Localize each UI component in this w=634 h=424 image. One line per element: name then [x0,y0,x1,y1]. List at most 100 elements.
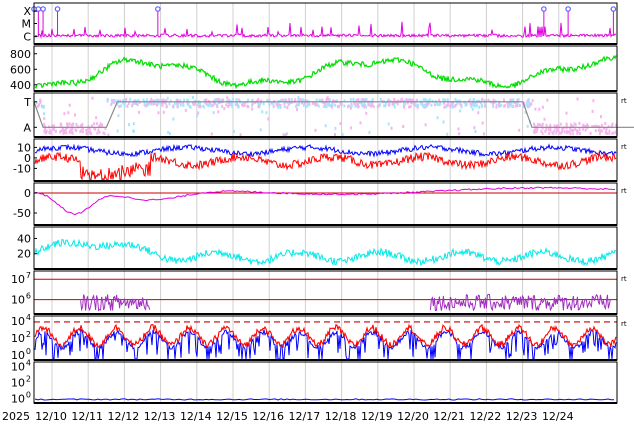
angle-point [403,105,406,109]
angle-point [145,103,148,107]
angle-point [323,105,326,109]
angle-point [93,122,96,126]
angle-point [492,105,495,109]
angle-point [68,122,71,126]
angle-point [210,132,213,136]
angle-point [337,105,340,109]
angle-point [188,104,191,108]
angle-point [334,126,337,130]
angle-point [591,109,594,113]
angle-point [75,129,78,133]
angle-point [518,103,521,107]
angle-point [339,122,342,126]
angle-point [42,105,45,109]
angle-point [276,103,279,107]
angle-point [131,103,134,107]
y-tick-exponent: 4 [26,313,31,322]
x-tick-label: 12/21 [433,410,465,423]
electron-blue-trace [34,329,617,360]
angle-point [502,98,505,102]
angle-point [227,104,230,108]
angle-point [413,102,416,106]
angle-point [483,132,486,136]
angle-point [239,133,242,137]
angle-point [231,98,234,102]
angle-point [294,104,297,108]
angle-point [129,97,132,101]
angle-point [43,130,46,134]
angle-point [350,104,353,108]
angle-point [473,104,476,108]
angle-point [412,98,415,102]
angle-point [340,103,343,107]
angle-point [54,129,57,133]
angle-point [184,108,187,112]
angle-point [608,129,611,133]
angle-point [492,98,495,102]
y-tick-label: 0 [24,187,31,200]
y-tick-exponent: 0 [26,390,31,399]
angle-point [545,123,548,127]
angle-point [212,111,215,115]
y-tick-label: -10 [13,162,31,175]
angle-point [578,132,581,136]
angle-point [297,103,300,107]
angle-point [597,128,600,132]
angle-point [569,123,572,127]
angle-point [528,101,531,105]
angle-point [232,129,235,133]
angle-point [222,98,225,102]
angle-point [334,103,337,107]
angle-point [548,131,551,135]
angle-point [95,122,98,126]
side-mark: rt [621,97,627,105]
angle-point [449,104,452,108]
angle-point [207,104,210,108]
angle-point [63,112,66,116]
year-label: 2025 [2,410,30,423]
angle-point [531,99,534,103]
angle-point [355,102,358,106]
angle-point [113,98,116,102]
angle-point [226,96,229,100]
angle-point [569,128,572,132]
angle-point [515,104,518,108]
angle-point [478,105,481,109]
angle-point [500,103,503,107]
angle-point [39,100,42,104]
angle-point [565,111,568,115]
flare-marker [610,6,617,12]
angle-point [288,98,291,102]
angle-point [91,96,94,100]
angle-point [426,103,429,107]
angle-point [297,96,300,100]
angle-point [197,111,200,115]
angle-point [459,109,462,113]
angle-point [559,122,562,126]
flare-marker [155,6,161,12]
angle-point [231,102,234,106]
angle-point [460,103,463,107]
x-tick-label: 12/20 [397,410,429,423]
angle-point [117,114,120,118]
angle-point [348,104,351,108]
angle-point [360,102,363,106]
angle-point [472,97,475,101]
angle-point [606,132,609,136]
angle-point [526,124,529,128]
angle-point [168,132,171,136]
angle-point [405,98,408,102]
angle-point [128,123,131,127]
angle-point [533,130,536,134]
panel-frame-6 [33,226,618,270]
panel-frame-2 [33,45,618,92]
angle-point [168,102,171,106]
y-tick-A: A [23,121,31,134]
angle-point [576,131,579,135]
angle-point [600,115,603,119]
y-tick-label: 10 [11,294,25,307]
angle-point [132,122,135,126]
angle-point [116,129,119,133]
panel-frame-7 [33,270,618,315]
y-tick-exponent: 6 [26,292,31,301]
